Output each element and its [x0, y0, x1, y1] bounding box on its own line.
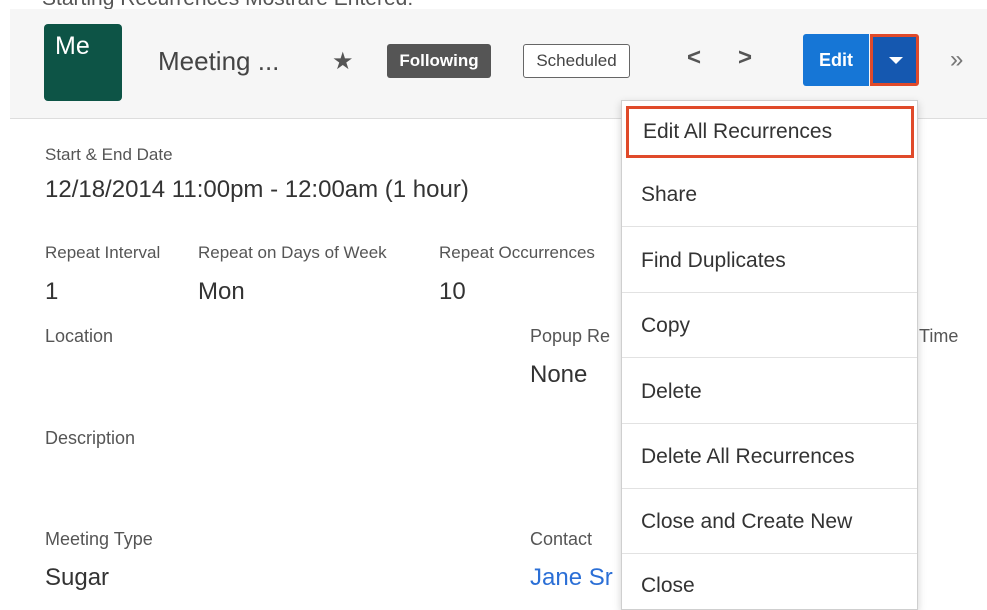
popup-reminder-label: Popup Re: [530, 326, 611, 346]
menu-item-delete[interactable]: Delete: [622, 360, 917, 424]
menu-item-delete-all-recurrences[interactable]: Delete All Recurrences: [622, 425, 917, 489]
actions-dropdown-button[interactable]: [870, 34, 919, 86]
star-icon[interactable]: ★: [332, 47, 354, 76]
caption-text: Starting Recurrences Mostrare Entered:: [42, 0, 413, 9]
double-chevron-right-icon[interactable]: »: [950, 46, 963, 74]
repeat-days-value: Mon: [198, 278, 245, 305]
repeat-interval-label: Repeat Interval: [45, 243, 161, 262]
meeting-type-value: Sugar: [45, 564, 110, 591]
start-end-value: 12/18/2014 11:00pm - 12:00am (1 hour): [45, 176, 469, 203]
menu-item-close[interactable]: Close: [622, 554, 917, 609]
repeat-days-label: Repeat on Days of Week: [198, 243, 387, 262]
repeat-occurrences-label: Repeat Occurrences: [439, 243, 595, 262]
status-badge: Scheduled: [523, 44, 630, 78]
menu-item-close-and-create-new[interactable]: Close and Create New: [622, 490, 917, 554]
menu-item-copy[interactable]: Copy: [622, 294, 917, 358]
description-label: Description: [45, 428, 136, 448]
actions-dropdown-menu: Edit All Recurrences Share Find Duplicat…: [621, 100, 918, 610]
menu-item-find-duplicates[interactable]: Find Duplicates: [622, 229, 917, 293]
time-label-fragment: Time: [919, 326, 959, 346]
following-button[interactable]: Following: [387, 44, 491, 78]
contact-link[interactable]: Jane Sr: [530, 564, 613, 592]
location-label: Location: [45, 326, 114, 346]
menu-item-edit-all-recurrences[interactable]: Edit All Recurrences: [626, 106, 914, 158]
avatar: Me: [44, 24, 122, 101]
chevron-left-icon[interactable]: <: [687, 44, 701, 72]
repeat-occurrences-value: 10: [439, 278, 466, 305]
contact-label: Contact: [530, 529, 593, 549]
repeat-interval-value: 1: [45, 278, 59, 305]
start-end-label: Start & End Date: [45, 145, 173, 164]
chevron-right-icon[interactable]: >: [738, 44, 752, 72]
record-title: Meeting ...: [158, 46, 280, 76]
popup-reminder-value: None: [530, 361, 588, 388]
edit-button[interactable]: Edit: [803, 34, 869, 86]
menu-item-share[interactable]: Share: [622, 163, 917, 227]
top-caption: Starting Recurrences Mostrare Entered:: [0, 0, 987, 9]
meeting-type-label: Meeting Type: [45, 529, 153, 549]
